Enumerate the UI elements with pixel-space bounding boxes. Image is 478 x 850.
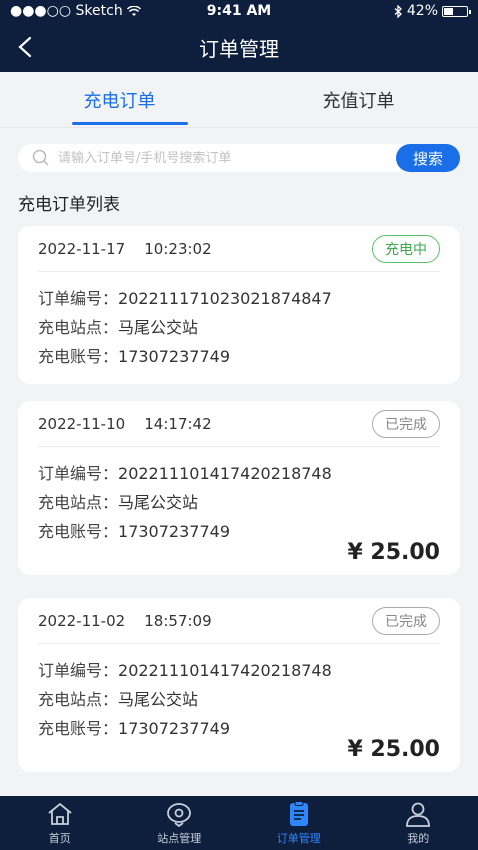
order-type-tabs: 充电订单 充值订单 — [0, 72, 478, 128]
tabbar-item-stations[interactable]: 站点管理 — [120, 796, 240, 850]
tab-recharge-orders[interactable]: 充值订单 — [239, 72, 478, 127]
search-button[interactable]: 搜索 — [396, 144, 460, 172]
order-icon — [289, 800, 308, 826]
page-title: 订单管理 — [199, 36, 279, 61]
tabbar-item-orders[interactable]: 订单管理 — [239, 796, 359, 850]
tabbar-item-mine[interactable]: 我的 — [359, 796, 478, 850]
search-input[interactable] — [58, 150, 396, 166]
status-badge: 已完成 — [372, 409, 440, 438]
order-card[interactable]: 2022-11-17 10:23:02 充电中 订单编号：20221117102… — [18, 226, 460, 384]
battery-icon — [442, 5, 471, 17]
bluetooth-icon — [394, 4, 402, 18]
order-datetime: 2022-11-02 18:57:09 — [38, 611, 212, 630]
order-datetime: 2022-11-17 10:23:02 — [38, 239, 212, 258]
account-row: 充电账号：17307237749 — [38, 347, 230, 366]
station-row: 充电站点：马尾公交站 — [38, 318, 199, 337]
tab-charging-orders[interactable]: 充电订单 — [0, 72, 239, 127]
station-row: 充电站点：马尾公交站 — [38, 690, 199, 709]
status-badge: 充电中 — [372, 234, 440, 263]
order-number-row: 订单编号：202211101417420218748 — [38, 464, 332, 483]
user-icon — [406, 802, 431, 827]
wifi-icon — [126, 5, 141, 16]
tabbar-item-home[interactable]: 首页 — [0, 796, 120, 850]
clock: 9:41 AM — [206, 3, 272, 19]
nav-bar: 订单管理 — [0, 22, 478, 72]
search-bar: 搜索 — [18, 144, 460, 172]
battery-percent: 42% — [406, 3, 438, 19]
order-datetime: 2022-11-10 14:17:42 — [38, 414, 212, 433]
order-card[interactable]: 2022-11-02 18:57:09 已完成 订单编号：20221110141… — [18, 598, 460, 772]
status-badge: 已完成 — [372, 606, 440, 635]
section-title: 充电订单列表 — [18, 195, 120, 215]
order-number-row: 订单编号：202211101417420218748 — [38, 661, 332, 680]
home-icon — [48, 802, 72, 825]
back-arrow-icon[interactable] — [14, 34, 38, 60]
location-icon — [167, 802, 192, 827]
carrier-label: ●●●○○ Sketch — [10, 3, 123, 19]
status-bar: ●●●○○ Sketch 9:41 AM 42% — [0, 0, 478, 22]
order-card[interactable]: 2022-11-10 14:17:42 已完成 订单编号：20221110141… — [18, 401, 460, 575]
search-icon — [32, 149, 49, 166]
bottom-tab-bar: 首页 站点管理 订单管理 我的 — [0, 796, 478, 850]
order-number-row: 订单编号：20221117102302187484​7 — [38, 289, 332, 308]
station-row: 充电站点：马尾公交站 — [38, 493, 199, 512]
